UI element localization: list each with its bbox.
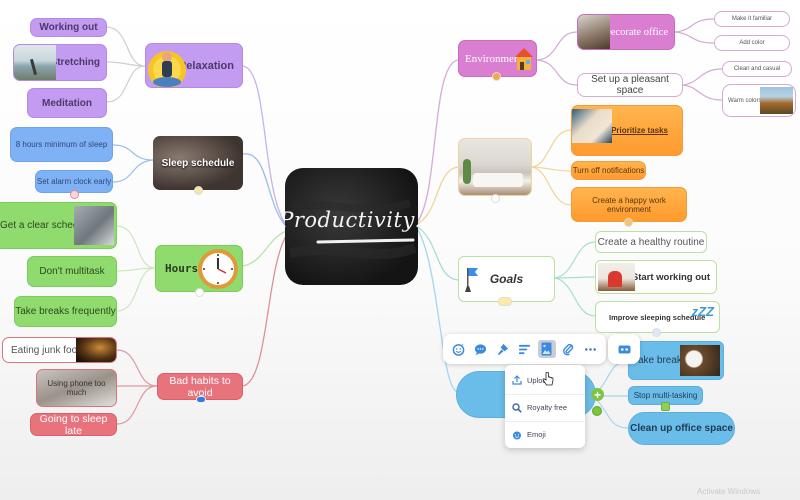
warm-colors-photo [760, 87, 793, 114]
node-decorate-office[interactable]: Decorate office [577, 14, 675, 50]
node-eating-junk-food[interactable]: Eating junk food [2, 337, 117, 363]
sofa-decoration [473, 173, 523, 187]
goals-badge-icon [498, 297, 512, 306]
schedule-photo [74, 206, 114, 245]
toolbar-emoji-add-button[interactable]: + [449, 340, 467, 358]
node-add-color[interactable]: Add color [714, 35, 790, 51]
comment-icon [474, 343, 486, 355]
hand-cursor-icon [542, 372, 554, 386]
toolbar-comment-button[interactable] [471, 340, 489, 358]
node-healthy-routine[interactable]: Create a healthy routine [595, 231, 707, 253]
meditation-person-icon [146, 44, 188, 87]
tasks-photo [572, 109, 612, 143]
node-turn-off-notifications[interactable]: Turn off notifications [571, 161, 646, 180]
os-watermark: Activate Windows [697, 487, 761, 496]
toolbar-attachment-button[interactable] [560, 340, 578, 358]
alarm-badge-icon [70, 190, 79, 199]
emoji-add-icon: + [452, 343, 464, 356]
central-title: Productivity! [285, 207, 418, 232]
branch-hours[interactable]: Hours [155, 245, 243, 292]
node-clear-schedule[interactable]: Get a clear schedule [0, 202, 117, 249]
branch-goals[interactable]: Goals [458, 256, 555, 302]
menu-item-royalty-free[interactable]: Royalty free [505, 394, 585, 420]
node-dont-multitask[interactable]: Don't multitask [27, 256, 117, 287]
node-going-to-sleep-late[interactable]: Going to sleep late [30, 413, 117, 436]
branch-relaxation[interactable]: Relaxation [145, 43, 243, 88]
junk-food-photo [76, 338, 116, 362]
menu-item-emoji[interactable]: Emoji [505, 421, 585, 447]
node-prioritize-tasks[interactable]: Prioritize tasks [571, 105, 683, 156]
node-start-working-out[interactable]: Start working out [595, 260, 717, 294]
central-node[interactable]: Productivity! [285, 168, 418, 285]
plant-decoration [463, 159, 471, 184]
image-icon [541, 342, 552, 356]
clock-icon [197, 248, 239, 291]
node-pleasant-space[interactable]: Set up a pleasant space [577, 73, 683, 97]
link-icon [618, 345, 630, 353]
node-take-breaks-frequently[interactable]: Take breaks frequently [14, 296, 117, 327]
node-meditation[interactable]: Meditation [27, 88, 107, 118]
hours-badge-icon [195, 288, 204, 297]
office-photo [578, 15, 610, 49]
stretching-photo [14, 45, 56, 80]
node-using-phone[interactable]: Using phone too much [36, 369, 117, 407]
environment-badge-icon [492, 72, 501, 81]
search-icon [512, 402, 522, 413]
bad-habits-badge-icon [196, 396, 206, 403]
improve-sleep-badge-icon [652, 328, 661, 337]
multitask-check-icon [661, 402, 670, 411]
sleeping-zzz-icon: zZZ [691, 304, 714, 319]
node-stretching[interactable]: Stretching [13, 44, 107, 81]
paperclip-icon [563, 343, 574, 355]
upload-icon [512, 375, 522, 385]
paint-icon [497, 343, 508, 355]
workspace-badge-icon [491, 194, 500, 203]
branch-workspace[interactable] [458, 138, 532, 196]
node-happy-work-environment[interactable]: Create a happy work environment [571, 187, 687, 222]
node-working-out[interactable]: Working out [30, 18, 107, 37]
emoji-icon [513, 431, 521, 439]
collapse-button[interactable] [592, 406, 602, 416]
node-clean-and-casual[interactable]: Clean and casual [722, 61, 792, 77]
toolbar-image-button[interactable] [537, 340, 556, 358]
happy-env-badge-icon [624, 218, 633, 227]
workout-photo [598, 263, 635, 291]
text-lines-icon [518, 344, 531, 354]
node-warm-colors[interactable]: Warm colors [722, 84, 796, 117]
add-child-button[interactable]: + [591, 388, 604, 401]
node-take-breaks[interactable]: Take breaks [628, 341, 724, 380]
house-icon [514, 46, 534, 75]
svg-text:+: + [461, 343, 464, 348]
flag-icon [465, 266, 479, 299]
toolbar-style-button[interactable] [493, 340, 511, 358]
toolbar-more-button[interactable] [582, 340, 600, 358]
node-make-it-familiar[interactable]: Make it familiar [714, 11, 790, 27]
node-clean-office-space[interactable]: Clean up office space [628, 412, 735, 445]
more-icon [585, 347, 597, 351]
branch-sleep-schedule[interactable]: Sleep schedule [153, 136, 243, 190]
toolbar-text-button[interactable] [515, 340, 533, 358]
node-toolbar: + [443, 334, 606, 364]
coffee-photo [680, 345, 720, 376]
toolbar-link-button[interactable] [608, 334, 640, 364]
mindmap-canvas[interactable]: Productivity! Relaxation Working out Str… [0, 0, 800, 500]
sleep-badge-icon [194, 186, 203, 195]
node-8-hours-sleep[interactable]: 8 hours minimum of sleep [10, 127, 113, 162]
